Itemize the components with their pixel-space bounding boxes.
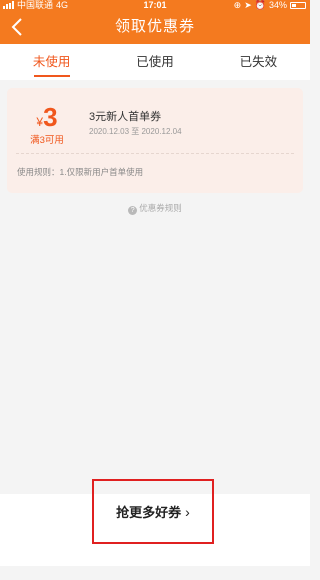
coupon-validity: 2020.12.03 至 2020.12.04: [89, 127, 182, 136]
bottom-strip: [0, 566, 310, 580]
tab-used[interactable]: 已使用: [103, 44, 206, 80]
coupon-amount: ¥3: [27, 102, 67, 133]
coupon-rules-link-label: 优惠券规则: [139, 203, 182, 213]
coupon-value: 3: [43, 102, 58, 132]
tab-bar: 未使用 已使用 已失效: [0, 44, 310, 80]
lock-rotation-icon: ⊕: [233, 0, 242, 10]
page-title: 领取优惠券: [114, 18, 195, 35]
nav-bar: 领取优惠券: [0, 10, 310, 44]
location-icon: ➤: [244, 0, 252, 10]
tab-expired[interactable]: 已失效: [207, 44, 310, 80]
coupon-condition: 满3可用: [30, 135, 64, 146]
coupon-rules-link[interactable]: ? 优惠券规则: [0, 202, 310, 215]
battery-icon: [290, 1, 306, 9]
coupon-name: 3元新人首单券: [89, 111, 162, 123]
get-more-coupons-label: 抢更多好券: [116, 505, 182, 520]
tab-unused[interactable]: 未使用: [0, 44, 103, 80]
battery-percent: 34%: [268, 0, 287, 10]
coupon-card[interactable]: ¥3 满3可用 3元新人首单券 2020.12.03 至 2020.12.04 …: [7, 88, 303, 193]
status-right: ⊕ ➤ ⏰ 34%: [234, 0, 306, 10]
coupon-rules: 使用规则：1.仅限新用户首单使用: [17, 167, 144, 177]
get-more-coupons-button[interactable]: 抢更多好券 ›: [92, 479, 214, 544]
alarm-icon: ⏰: [254, 0, 266, 10]
info-icon: ?: [128, 206, 138, 215]
chevron-right-icon: ›: [185, 503, 190, 520]
status-bar: 中国联通 4G 17:01 ⊕ ➤ ⏰ 34%: [0, 0, 310, 10]
coupon-divider: [16, 153, 294, 154]
